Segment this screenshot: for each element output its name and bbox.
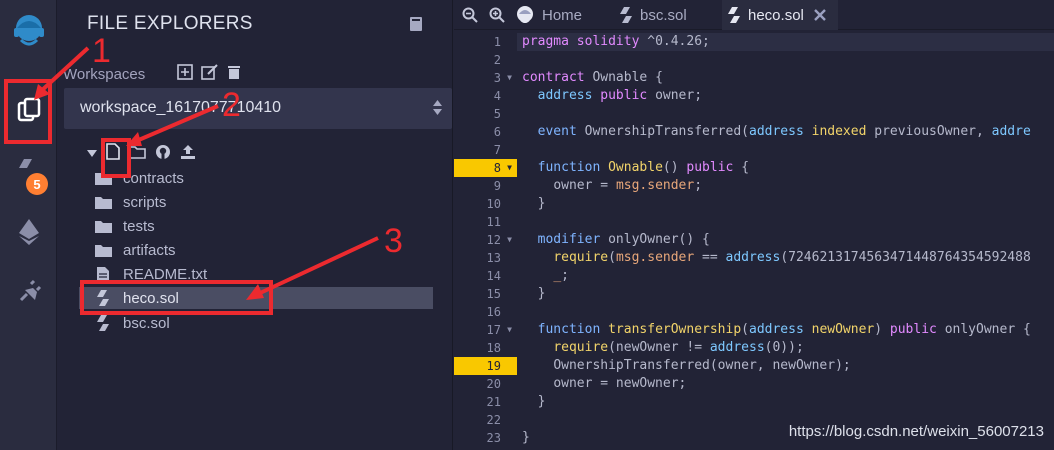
code-line: OwnershipTransferred(owner, newOwner); (553, 358, 851, 373)
fold-caret-icon[interactable]: ▼ (507, 321, 512, 339)
line-number[interactable]: 15 (454, 285, 517, 303)
code-line: } (522, 430, 530, 445)
zoom-out-icon[interactable] (462, 0, 478, 30)
code-line: require(newOwner != address(0)); (553, 340, 804, 355)
code-line: event OwnershipTransferred(address index… (537, 124, 1031, 139)
annotation-arrow-3 (246, 236, 379, 300)
line-number[interactable]: 3 ▼ (454, 69, 517, 87)
close-tab-icon[interactable] (814, 9, 826, 21)
code-editor[interactable]: pragma solidity ^0.4.26; contract Ownabl… (517, 31, 1054, 450)
code-line: _; (553, 268, 569, 283)
tab-heco[interactable]: heco.sol (722, 0, 838, 30)
fold-caret-icon[interactable]: ▼ (507, 231, 512, 249)
code-line: require(msg.sender == address(7246213174… (553, 250, 1031, 265)
line-number[interactable]: 6 (454, 123, 517, 141)
line-number[interactable]: 18 (454, 339, 517, 357)
code-line: modifier onlyOwner() { (537, 232, 710, 247)
code-line: function transferOwnership(address newOw… (537, 322, 1031, 337)
line-number[interactable]: 11 (454, 213, 517, 231)
editor-tabs: Home bsc.sol heco.sol (454, 0, 1054, 30)
solidity-file-icon (620, 7, 632, 23)
annotation-arrows (34, 46, 379, 300)
line-number[interactable]: 7 (454, 141, 517, 159)
tab-bsc-label: bsc.sol (640, 6, 687, 24)
code-line: } (537, 196, 546, 211)
line-number[interactable]: 2 (454, 51, 517, 69)
line-number[interactable]: 13 (454, 249, 517, 267)
line-number[interactable]: 22 (454, 411, 517, 429)
line-number-gutter: 1 2 3 ▼ 4 5 6 7 8 ▼ 9 10 11 12 ▼ 13 14 15 16 17 ▼ 18 19 20 21 22 2… (454, 31, 517, 450)
line-number[interactable]: 12 ▼ (454, 231, 517, 249)
line-number[interactable]: 4 (454, 87, 517, 105)
watermark: https://blog.csdn.net/weixin_56007213 (788, 423, 1044, 440)
code-line: function Ownable() public { (537, 160, 750, 175)
line-number[interactable]: 1 (454, 33, 517, 51)
remix-home-icon (515, 5, 535, 25)
zoom-in-icon[interactable] (489, 0, 505, 30)
tab-home-label: Home (542, 6, 583, 24)
tab-heco-label: heco.sol (748, 6, 804, 24)
code-line: contract Ownable { (522, 70, 663, 85)
code-line: pragma solidity ^0.4.26; (517, 33, 1054, 51)
line-number[interactable]: 14 (454, 267, 517, 285)
line-number[interactable]: 10 (454, 195, 517, 213)
line-number[interactable]: 16 (454, 303, 517, 321)
line-number[interactable]: 19 (454, 357, 517, 375)
fold-caret-icon[interactable]: ▼ (507, 69, 512, 87)
fold-caret-icon[interactable]: ▼ (507, 159, 512, 177)
annotation-arrow-2 (126, 104, 219, 146)
solidity-file-icon (728, 7, 740, 23)
line-number[interactable]: 21 (454, 393, 517, 411)
code-line: address public owner; (537, 88, 703, 103)
tab-bsc[interactable]: bsc.sol (620, 0, 720, 30)
line-number[interactable]: 5 (454, 105, 517, 123)
line-number[interactable]: 20 (454, 375, 517, 393)
code-line: } (537, 394, 546, 409)
line-number[interactable]: 17 ▼ (454, 321, 517, 339)
line-number[interactable]: 8 ▼ (454, 159, 517, 177)
code-line: owner = msg.sender; (553, 178, 703, 193)
tab-home[interactable]: Home (515, 0, 615, 30)
annotation-arrow-1 (34, 46, 90, 100)
code-line: owner = newOwner; (553, 376, 687, 391)
line-number[interactable]: 23 (454, 429, 517, 447)
line-number[interactable]: 9 (454, 177, 517, 195)
code-line: } (537, 286, 546, 301)
